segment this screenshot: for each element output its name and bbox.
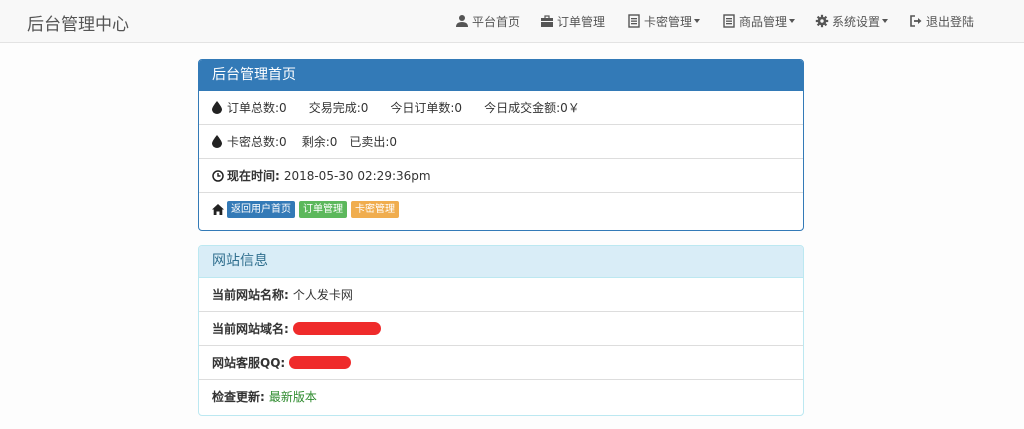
card-sold: 已卖出:0 <box>349 135 398 149</box>
site-name-value: 个人发卡网 <box>292 288 353 302</box>
card-stats-row: 卡密总数:0 剩余:0 已卖出:0 <box>199 124 803 158</box>
chevron-down-icon <box>694 19 701 23</box>
card-total: 卡密总数:0 <box>227 135 287 149</box>
nav-label: 系统设置 <box>832 14 881 29</box>
card-management-button[interactable]: 卡密管理 <box>351 201 399 218</box>
nav-label: 商品管理 <box>739 14 788 29</box>
order-management-button[interactable]: 订单管理 <box>299 201 347 218</box>
card-left: 剩余:0 <box>301 135 338 149</box>
logout-icon <box>910 15 922 27</box>
nav-orders[interactable]: 订单管理 <box>540 0 605 42</box>
time-label: 现在时间: <box>227 169 280 183</box>
redacted-qq <box>289 356 352 369</box>
site-info-panel: 网站信息 当前网站名称: 个人发卡网 当前网站域名: 网站客服QQ: 检查更新:… <box>198 245 804 416</box>
nav-label: 卡密管理 <box>644 14 693 29</box>
order-today: 今日订单数:0 <box>390 101 463 115</box>
site-qq-label: 网站客服QQ: <box>212 356 286 370</box>
gear-icon <box>815 14 829 28</box>
nav-system-settings[interactable]: 系统设置 <box>815 0 889 42</box>
site-name-row: 当前网站名称: 个人发卡网 <box>199 278 803 311</box>
order-done: 交易完成:0 <box>308 101 369 115</box>
droplet-icon <box>212 101 222 114</box>
site-name-label: 当前网站名称: <box>212 288 289 302</box>
list-icon <box>723 14 735 28</box>
update-label: 检查更新: <box>212 390 265 404</box>
nav-product-management[interactable]: 商品管理 <box>722 0 796 42</box>
site-qq-row: 网站客服QQ: <box>199 345 803 379</box>
panel-title: 后台管理首页 <box>199 60 803 91</box>
user-icon <box>456 15 468 27</box>
list-icon <box>628 14 640 28</box>
back-to-user-home-button[interactable]: 返回用户首页 <box>227 201 295 218</box>
order-total: 订单总数:0 <box>227 101 287 115</box>
update-status: 最新版本 <box>268 390 317 404</box>
site-domain-label: 当前网站域名: <box>212 322 289 336</box>
droplet-icon <box>212 135 222 148</box>
panel-title: 网站信息 <box>199 246 803 278</box>
admin-home-panel: 后台管理首页 订单总数:0 交易完成:0 今日订单数:0 今日成交金额:0￥ 卡… <box>198 59 804 231</box>
nav-logout[interactable]: 退出登陆 <box>909 0 974 42</box>
chevron-down-icon <box>789 19 796 23</box>
order-amount-today: 今日成交金额:0￥ <box>484 101 580 115</box>
nav-label: 平台首页 <box>472 14 521 29</box>
nav-label: 退出登陆 <box>926 14 975 29</box>
time-row: 现在时间: 2018-05-30 02:29:36pm <box>199 158 803 192</box>
brand-title[interactable]: 后台管理中心 <box>27 10 129 35</box>
quick-links-row: 返回用户首页 订单管理 卡密管理 <box>199 192 803 226</box>
nav-label: 订单管理 <box>557 14 606 29</box>
time-value: 2018-05-30 02:29:36pm <box>283 168 431 183</box>
order-stats-row: 订单总数:0 交易完成:0 今日订单数:0 今日成交金额:0￥ <box>199 91 803 124</box>
top-navbar: 后台管理中心 平台首页 订单管理 卡密管理 商品管理 系统设置 退出登陆 <box>0 0 1024 43</box>
home-icon <box>212 204 224 215</box>
update-row: 检查更新: 最新版本 <box>199 379 803 413</box>
chevron-down-icon <box>882 19 889 23</box>
site-domain-row: 当前网站域名: <box>199 311 803 345</box>
redacted-domain <box>292 322 381 335</box>
briefcase-icon <box>541 15 553 27</box>
nav-platform-home[interactable]: 平台首页 <box>455 0 520 42</box>
nav-card-management[interactable]: 卡密管理 <box>627 0 701 42</box>
clock-icon <box>212 169 224 182</box>
